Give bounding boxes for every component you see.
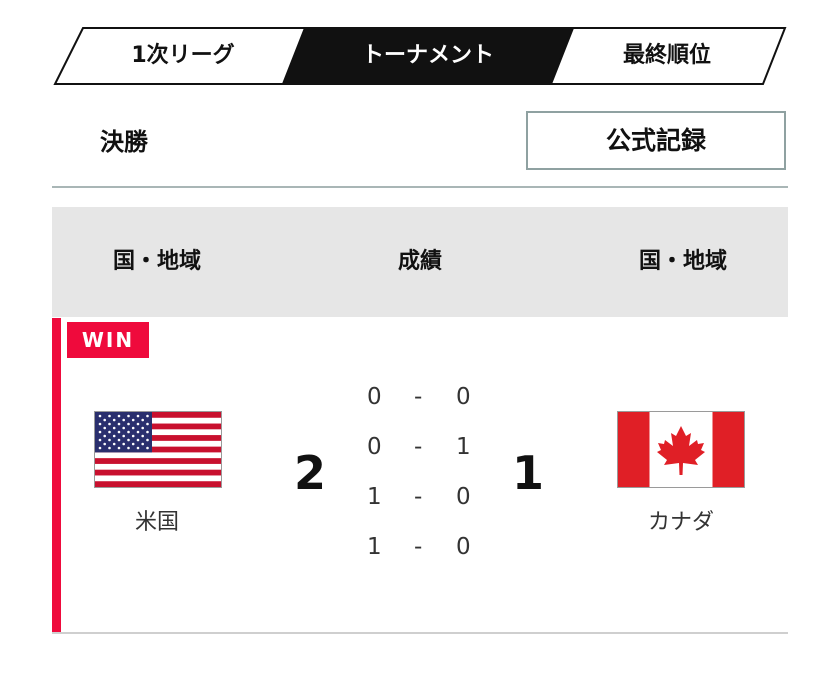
- period-home-score: 1: [367, 534, 382, 560]
- period-separator: -: [414, 384, 423, 410]
- period-separator: -: [414, 434, 423, 460]
- home-total-score: 2: [294, 446, 327, 500]
- divider: [52, 186, 788, 188]
- period-separator: -: [414, 484, 423, 510]
- official-record-button[interactable]: 公式記録: [526, 111, 786, 170]
- period-score-row: 1 - 0: [357, 484, 487, 534]
- header-score: 成績: [397, 249, 442, 274]
- us-flag-icon: [94, 411, 222, 488]
- period-score-row: 0 - 0: [357, 384, 487, 434]
- results-table-header: 国・地域 成績 国・地域: [52, 207, 788, 317]
- period-home-score: 0: [367, 384, 382, 410]
- period-home-score: 0: [367, 434, 382, 460]
- period-score-row: 1 - 0: [357, 534, 487, 584]
- period-away-score: 0: [456, 484, 471, 510]
- round-title: 決勝: [100, 128, 148, 156]
- home-team-name: 米国: [134, 510, 179, 535]
- period-separator: -: [414, 534, 423, 560]
- away-total-score: 1: [512, 446, 545, 500]
- tab-tournament[interactable]: トーナメント: [293, 26, 563, 86]
- tab-bar: 1次リーグ トーナメント 最終順位: [53, 26, 787, 86]
- match-row: WIN 米国 2 0 - 0 0 - 1 1 - 0 1 - 0 1 カナダ: [52, 318, 788, 633]
- period-scores: 0 - 0 0 - 1 1 - 0 1 - 0: [357, 384, 487, 584]
- period-score-row: 0 - 1: [357, 434, 487, 484]
- tab-final-ranking[interactable]: 最終順位: [561, 26, 773, 86]
- header-away-country: 国・地域: [638, 249, 727, 274]
- period-away-score: 0: [456, 534, 471, 560]
- winner-indicator-bar: [52, 318, 61, 633]
- header-home-country: 国・地域: [112, 249, 201, 274]
- period-away-score: 0: [456, 384, 471, 410]
- away-team-name: カナダ: [647, 510, 714, 535]
- period-home-score: 1: [367, 484, 382, 510]
- tab-group-stage[interactable]: 1次リーグ: [68, 26, 298, 86]
- period-away-score: 1: [456, 434, 471, 460]
- canada-flag-icon: [617, 411, 745, 488]
- win-badge: WIN: [67, 322, 149, 358]
- match-row-bottom-border: [52, 632, 788, 634]
